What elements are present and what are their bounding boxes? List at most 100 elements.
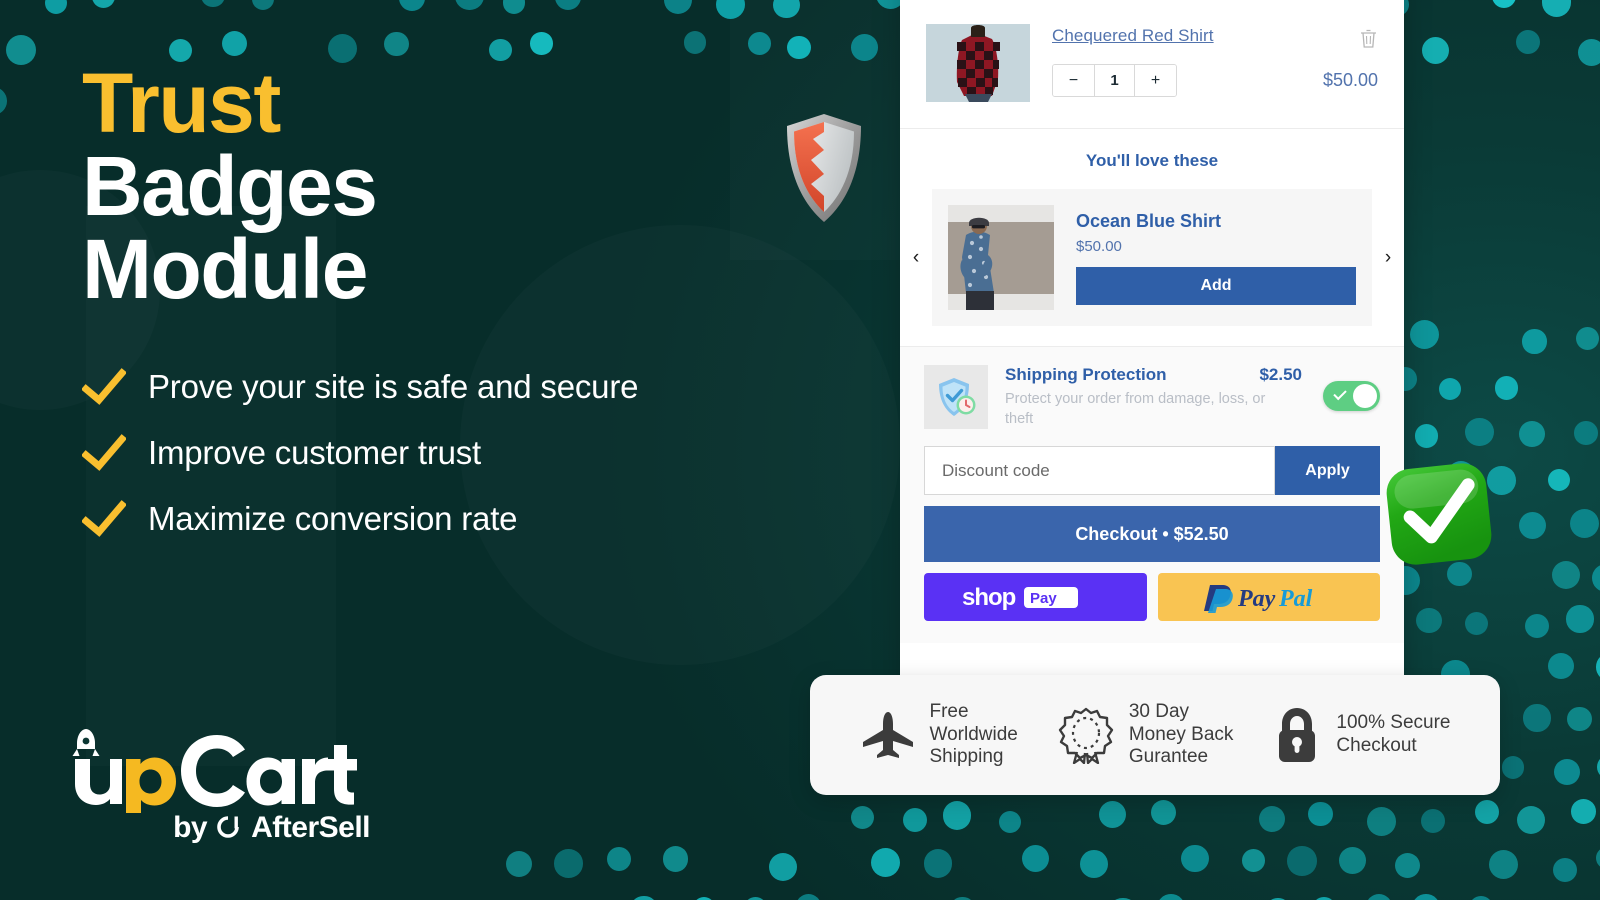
decorative-dot bbox=[328, 33, 358, 63]
recommendation-info: Ocean Blue Shirt $50.00 Add bbox=[1076, 211, 1356, 305]
toggle-check-icon bbox=[1333, 386, 1347, 401]
quantity-value[interactable]: 1 bbox=[1094, 65, 1135, 96]
decorative-dot bbox=[1415, 607, 1442, 634]
quantity-increase-button[interactable]: + bbox=[1135, 65, 1176, 96]
product-thumbnail[interactable] bbox=[926, 24, 1030, 102]
decorative-dot bbox=[1488, 849, 1519, 880]
decorative-dot bbox=[773, 0, 800, 19]
decorative-dot bbox=[6, 34, 37, 65]
decorative-dot bbox=[1494, 375, 1519, 400]
decorative-dot bbox=[455, 0, 484, 11]
decorative-dot bbox=[1098, 800, 1127, 829]
feature-label: Maximize conversion rate bbox=[148, 500, 518, 538]
padlock-icon bbox=[1279, 708, 1316, 762]
decorative-dot bbox=[1465, 417, 1494, 447]
hero-content: Trust Badges Module Prove your site is s… bbox=[82, 61, 842, 565]
decorative-dot bbox=[851, 34, 878, 62]
decorative-dot bbox=[607, 846, 632, 871]
decorative-dot bbox=[1339, 847, 1367, 874]
decorative-dot bbox=[1551, 560, 1581, 589]
carousel-prev-button[interactable]: ‹ bbox=[900, 248, 932, 267]
decorative-dot bbox=[870, 847, 900, 878]
carousel-next-button[interactable]: › bbox=[1372, 248, 1404, 267]
decorative-dot bbox=[1595, 847, 1600, 870]
decorative-dot bbox=[1150, 799, 1176, 825]
trust-badges-bar: Free Worldwide Shipping 30 Day Money Bac… bbox=[810, 675, 1500, 795]
trust-badge-secure: 100% Secure Checkout bbox=[1272, 706, 1450, 764]
decorative-dot bbox=[902, 808, 927, 833]
recommendations-section: You'll love these ‹ Ocean Blue Shirt $50… bbox=[900, 129, 1404, 347]
decorative-dot bbox=[1501, 756, 1525, 779]
svg-text:Pay: Pay bbox=[1030, 590, 1057, 607]
decorative-dot bbox=[222, 31, 248, 57]
decorative-dot bbox=[851, 806, 875, 830]
quantity-decrease-button[interactable]: − bbox=[1053, 65, 1094, 96]
shop-pay-button[interactable]: shop Pay bbox=[924, 573, 1147, 622]
decorative-dot bbox=[1578, 39, 1600, 67]
decorative-dot bbox=[630, 895, 658, 900]
recommendation-card: Ocean Blue Shirt $50.00 Add bbox=[932, 189, 1372, 326]
decorative-dot bbox=[1438, 377, 1461, 401]
add-to-cart-button[interactable]: Add bbox=[1076, 266, 1356, 305]
white-check-mark-icon bbox=[1386, 463, 1492, 565]
table-row: Chequered Red Shirt − 1 + $50.00 bbox=[900, 14, 1404, 129]
recommendation-title: Ocean Blue Shirt bbox=[1076, 210, 1222, 231]
decorative-dot bbox=[554, 0, 582, 11]
shipping-protection-toggle[interactable] bbox=[1323, 381, 1380, 411]
decorative-dot bbox=[1517, 805, 1546, 834]
trust-badge-shipping: Free Worldwide Shipping bbox=[860, 701, 1018, 769]
trash-icon bbox=[1361, 29, 1376, 48]
decorative-dot bbox=[662, 846, 689, 872]
decorative-dot bbox=[1394, 852, 1420, 878]
decorative-dot bbox=[1523, 704, 1551, 732]
rosette-badge-icon bbox=[1058, 707, 1114, 764]
remove-item-button[interactable] bbox=[1359, 28, 1378, 49]
decorative-dot bbox=[1411, 894, 1440, 900]
quantity-stepper: − 1 + bbox=[1052, 64, 1177, 97]
decorative-dot bbox=[91, 0, 115, 8]
decorative-dot bbox=[1524, 614, 1549, 639]
decorative-dot bbox=[1576, 326, 1600, 350]
recommendation-thumbnail[interactable] bbox=[948, 205, 1054, 310]
decorative-dot bbox=[0, 87, 8, 116]
poster-canvas: Trust Badges Module Prove your site is s… bbox=[0, 0, 1600, 900]
headline-line-2: Badges bbox=[82, 139, 378, 234]
apply-discount-button[interactable]: Apply bbox=[1275, 446, 1380, 496]
shield-clock-icon bbox=[939, 378, 976, 416]
decorative-dot bbox=[1567, 706, 1592, 732]
logo-byline: by AfterSell bbox=[72, 811, 372, 845]
feature-label: Improve customer trust bbox=[148, 434, 482, 472]
decorative-dot bbox=[1414, 424, 1439, 449]
page-title: Trust Badges Module bbox=[82, 61, 842, 311]
trust-badge-money-back: 30 Day Money Back Gurantee bbox=[1057, 701, 1233, 769]
decorative-dot bbox=[768, 852, 798, 882]
shipping-protection-icon-wrap bbox=[924, 365, 988, 429]
decorative-dot bbox=[715, 0, 746, 20]
byline-brand: AfterSell bbox=[251, 811, 370, 844]
check-icon bbox=[82, 500, 126, 538]
decorative-dot bbox=[1421, 809, 1446, 834]
decorative-dot bbox=[1571, 799, 1597, 824]
paypal-logo-icon: Pay Pal bbox=[1203, 585, 1312, 614]
decorative-dot bbox=[1468, 896, 1494, 900]
decorative-dot bbox=[787, 35, 811, 60]
decorative-dot bbox=[1259, 805, 1286, 832]
shipping-protection-title: Shipping Protection bbox=[1005, 365, 1167, 384]
decorative-dot bbox=[1553, 759, 1580, 786]
decorative-dot bbox=[1522, 329, 1547, 354]
decorative-dot bbox=[1287, 846, 1317, 876]
decorative-dot bbox=[502, 0, 526, 14]
decorative-dot bbox=[1311, 896, 1336, 900]
aftersell-mark-icon bbox=[217, 816, 239, 838]
decorative-dot bbox=[923, 849, 953, 878]
checkout-button[interactable]: Checkout • $52.50 bbox=[924, 506, 1380, 563]
line-item-details: Chequered Red Shirt − 1 + $50.00 bbox=[1052, 24, 1378, 97]
product-title-link[interactable]: Chequered Red Shirt bbox=[1052, 26, 1214, 46]
logo-wordmark bbox=[72, 729, 357, 813]
toggle-knob bbox=[1353, 384, 1377, 408]
paypal-button[interactable]: Pay Pal bbox=[1157, 573, 1380, 622]
line-item-price: $50.00 bbox=[1322, 70, 1378, 90]
discount-code-input[interactable] bbox=[924, 446, 1275, 496]
decorative-dot bbox=[251, 0, 274, 11]
decorative-dot bbox=[1022, 844, 1050, 872]
